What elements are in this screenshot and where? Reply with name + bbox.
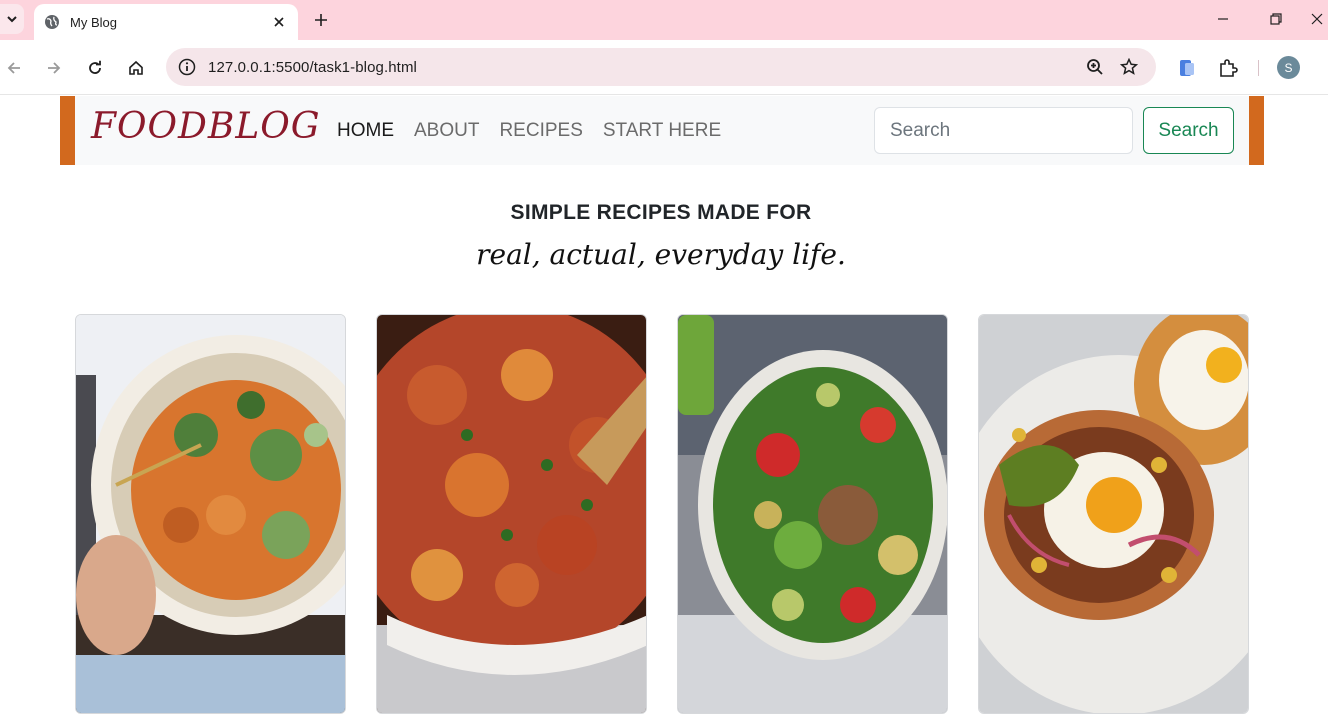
- active-tab[interactable]: My Blog: [34, 4, 298, 40]
- recipe-card[interactable]: [75, 314, 346, 714]
- reload-button[interactable]: [81, 54, 109, 82]
- chicken-strawberry-salad-photo: [678, 315, 947, 713]
- restore-button[interactable]: [1256, 4, 1296, 34]
- close-icon: [274, 17, 284, 27]
- globe-icon: [45, 15, 59, 29]
- url-text[interactable]: 127.0.0.1:5500/task1-blog.html: [206, 59, 1078, 76]
- back-button[interactable]: [0, 54, 28, 82]
- chickpea-couscous-stew-photo: [377, 315, 646, 713]
- browser-tab-strip: My Blog: [0, 0, 1328, 40]
- nav-link-start-here[interactable]: START HERE: [603, 120, 721, 142]
- minimize-button[interactable]: [1203, 4, 1243, 34]
- info-icon: [178, 58, 196, 76]
- close-icon: [1311, 13, 1323, 25]
- hero-subtitle: real, actual, everyday life.: [476, 238, 846, 271]
- plus-icon: [315, 14, 327, 26]
- tab-search-button[interactable]: [0, 4, 24, 34]
- blog-page: FOODBLOG HOME ABOUT RECIPES START HERE S…: [0, 96, 1328, 714]
- restore-icon: [1270, 13, 1282, 25]
- site-info-button[interactable]: [168, 48, 206, 86]
- browser-toolbar: 127.0.0.1:5500/task1-blog.html S: [0, 40, 1328, 95]
- address-bar[interactable]: 127.0.0.1:5500/task1-blog.html: [166, 48, 1156, 86]
- recipe-card[interactable]: [376, 314, 647, 714]
- nav-link-recipes[interactable]: RECIPES: [499, 120, 582, 142]
- bookmark-button[interactable]: [1112, 50, 1146, 84]
- puzzle-icon: [1220, 59, 1238, 77]
- recipe-card[interactable]: [978, 314, 1249, 714]
- home-button[interactable]: [122, 54, 150, 82]
- translate-extension-icon: [1180, 60, 1194, 76]
- nav-link-home[interactable]: HOME: [337, 120, 394, 142]
- noodle-salad-bowl-photo: [76, 315, 345, 713]
- home-icon: [129, 60, 143, 75]
- close-window-button[interactable]: [1306, 4, 1328, 34]
- toolbar-separator: [1258, 60, 1259, 76]
- hero-title: SIMPLE RECIPES MADE FOR: [510, 201, 812, 224]
- extensions-menu-button[interactable]: [1213, 53, 1243, 83]
- tab-title: My Blog: [70, 14, 117, 30]
- reload-icon: [89, 60, 101, 74]
- egg-tostada-photo: [979, 315, 1248, 713]
- minimize-icon: [1218, 18, 1228, 20]
- recipe-card[interactable]: [677, 314, 948, 714]
- nav-links: HOME ABOUT RECIPES START HERE: [337, 120, 721, 142]
- zoom-button[interactable]: [1078, 50, 1112, 84]
- search-input[interactable]: Search: [874, 107, 1133, 154]
- chevron-down-icon: [7, 16, 17, 23]
- profile-avatar[interactable]: S: [1277, 56, 1300, 79]
- extension-button[interactable]: [1172, 53, 1202, 83]
- nav-link-about[interactable]: ABOUT: [414, 120, 479, 142]
- navbar: FOODBLOG HOME ABOUT RECIPES START HERE S…: [75, 96, 1249, 165]
- zoom-icon: [1087, 59, 1103, 75]
- arrow-left-icon: [7, 62, 20, 74]
- tab-close-button[interactable]: [268, 11, 290, 33]
- forward-button[interactable]: [40, 54, 68, 82]
- star-icon: [1120, 58, 1138, 75]
- navbar-accent-frame: FOODBLOG HOME ABOUT RECIPES START HERE S…: [60, 96, 1264, 165]
- new-tab-button[interactable]: [308, 7, 334, 33]
- brand-logo[interactable]: FOODBLOG: [91, 106, 321, 147]
- search-button[interactable]: Search: [1143, 107, 1234, 154]
- arrow-right-icon: [48, 62, 61, 74]
